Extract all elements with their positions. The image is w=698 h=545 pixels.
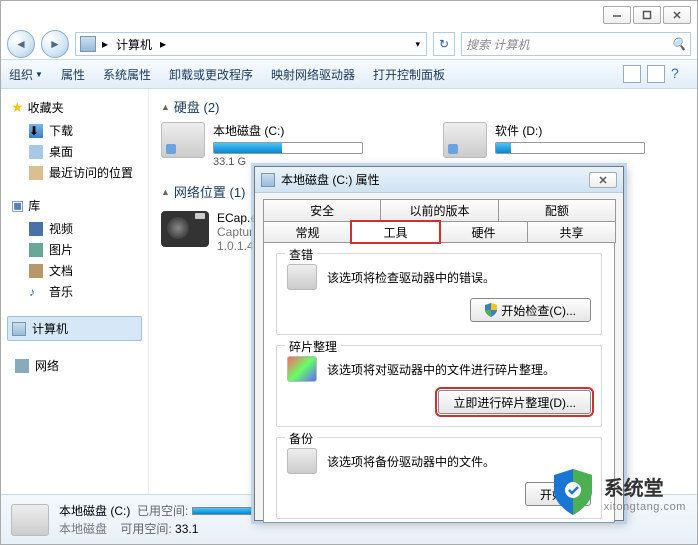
- dialog-titlebar[interactable]: 本地磁盘 (C:) 属性: [255, 167, 623, 193]
- defrag-title: 碎片整理: [285, 338, 341, 355]
- sidebar: ★收藏夹 ⬇下载 桌面 最近访问的位置 ▣库 视频 图片 文档 ♪音乐 计算机 …: [1, 89, 149, 494]
- breadcrumb-item[interactable]: 计算机: [114, 36, 154, 53]
- drive-d[interactable]: 软件 (D:): [443, 122, 665, 168]
- dialog-close-button[interactable]: [589, 172, 617, 188]
- shield-icon: [485, 303, 497, 317]
- defrag-button[interactable]: 立即进行碎片整理(D)...: [438, 390, 591, 414]
- toolbar-properties[interactable]: 属性: [61, 66, 85, 83]
- sidebar-libraries-head[interactable]: ▣库: [11, 197, 142, 214]
- toolbar-organize[interactable]: 组织▼: [9, 66, 43, 83]
- status-free-label: 可用空间:: [120, 522, 171, 536]
- sidebar-pictures[interactable]: 图片: [11, 239, 142, 260]
- drive-c-usage-bar: [213, 142, 363, 154]
- sidebar-music[interactable]: ♪音乐: [11, 281, 142, 302]
- tab-tools[interactable]: 工具: [351, 221, 440, 243]
- drive-icon: [443, 122, 487, 158]
- check-group: 查错 该选项将检查驱动器中的错误。 开始检查(C)...: [276, 253, 602, 335]
- camera-icon: [161, 211, 209, 247]
- help-icon[interactable]: ?: [671, 65, 689, 83]
- drive-c-label: 本地磁盘 (C:): [213, 122, 383, 139]
- search-placeholder: 搜索 计算机: [466, 36, 529, 53]
- backup-icon: [287, 448, 317, 474]
- view-icon[interactable]: [623, 65, 641, 83]
- nav-back-button[interactable]: ◄: [7, 30, 35, 58]
- nav-forward-button[interactable]: ►: [41, 30, 69, 58]
- breadcrumb-sep: ▸: [100, 37, 110, 51]
- ecap-name: ECap.e: [217, 211, 257, 225]
- ecap-l3: 1.0.1.4: [217, 239, 257, 253]
- tab-hardware[interactable]: 硬件: [439, 221, 528, 243]
- tab-general[interactable]: 常规: [263, 221, 352, 243]
- check-button[interactable]: 开始检查(C)...: [470, 298, 591, 322]
- sidebar-recent[interactable]: 最近访问的位置: [11, 162, 142, 183]
- sidebar-favorites-head[interactable]: ★收藏夹: [11, 99, 142, 116]
- sidebar-downloads[interactable]: ⬇下载: [11, 120, 142, 141]
- toolbar-sysprops[interactable]: 系统属性: [103, 66, 151, 83]
- search-box[interactable]: 搜索 计算机 🔍: [461, 32, 691, 56]
- sidebar-videos[interactable]: 视频: [11, 218, 142, 239]
- drive-icon: [161, 122, 205, 158]
- drive-c[interactable]: 本地磁盘 (C:) 33.1 G: [161, 122, 383, 168]
- address-bar[interactable]: ▸ 计算机 ▸ ▾: [75, 32, 427, 56]
- computer-icon: [80, 36, 96, 52]
- sidebar-desktop[interactable]: 桌面: [11, 141, 142, 162]
- tabs: 安全 以前的版本 配额 常规 工具 硬件 共享: [263, 199, 615, 243]
- dialog-title: 本地磁盘 (C:) 属性: [281, 171, 380, 188]
- minimize-button[interactable]: [603, 6, 631, 24]
- status-drive-icon: [11, 504, 49, 536]
- defrag-group: 碎片整理 该选项将对驱动器中的文件进行碎片整理。 立即进行碎片整理(D)...: [276, 345, 602, 427]
- sidebar-computer[interactable]: 计算机: [7, 316, 142, 341]
- ecap-l2: Captur: [217, 225, 257, 239]
- drive-d-usage-bar: [495, 142, 645, 154]
- sidebar-network[interactable]: 网络: [11, 355, 142, 376]
- toolbar: 组织▼ 属性 系统属性 卸载或更改程序 映射网络驱动器 打开控制面板 ?: [1, 59, 697, 89]
- drives-section-head[interactable]: ▲硬盘 (2): [161, 97, 697, 116]
- watermark-brand: 系统堂: [604, 472, 686, 501]
- watermark: 系统堂 xitongtang.com: [550, 467, 686, 517]
- defrag-icon: [287, 356, 317, 382]
- watermark-url: xitongtang.com: [604, 501, 686, 513]
- sidebar-documents[interactable]: 文档: [11, 260, 142, 281]
- status-name: 本地磁盘 (C:): [59, 504, 130, 518]
- toolbar-mapdrive[interactable]: 映射网络驱动器: [271, 66, 355, 83]
- shield-icon: [550, 467, 596, 517]
- drive-icon: [261, 173, 275, 187]
- preview-icon[interactable]: [647, 65, 665, 83]
- check-title: 查错: [285, 246, 317, 263]
- titlebar: [1, 1, 697, 29]
- search-icon: 🔍: [671, 37, 686, 51]
- breadcrumb-sep: ▸: [158, 37, 168, 51]
- backup-title: 备份: [285, 430, 317, 447]
- check-desc: 该选项将检查驱动器中的错误。: [327, 269, 591, 286]
- defrag-desc: 该选项将对驱动器中的文件进行碎片整理。: [327, 361, 591, 378]
- check-disk-icon: [287, 264, 317, 290]
- toolbar-uninstall[interactable]: 卸载或更改程序: [169, 66, 253, 83]
- close-button[interactable]: [663, 6, 691, 24]
- tab-sharing[interactable]: 共享: [527, 221, 616, 243]
- tab-quota[interactable]: 配额: [498, 199, 616, 221]
- toolbar-controlpanel[interactable]: 打开控制面板: [373, 66, 445, 83]
- status-free-val: 33.1: [175, 522, 198, 536]
- tab-previous-versions[interactable]: 以前的版本: [380, 199, 498, 221]
- drive-d-label: 软件 (D:): [495, 122, 665, 139]
- status-type: 本地磁盘: [59, 522, 107, 536]
- refresh-button[interactable]: ↻: [433, 32, 455, 56]
- navbar: ◄ ► ▸ 计算机 ▸ ▾ ↻ 搜索 计算机 🔍: [1, 29, 697, 59]
- status-used-label: 已用空间:: [137, 504, 188, 518]
- maximize-button[interactable]: [633, 6, 661, 24]
- tab-security[interactable]: 安全: [263, 199, 381, 221]
